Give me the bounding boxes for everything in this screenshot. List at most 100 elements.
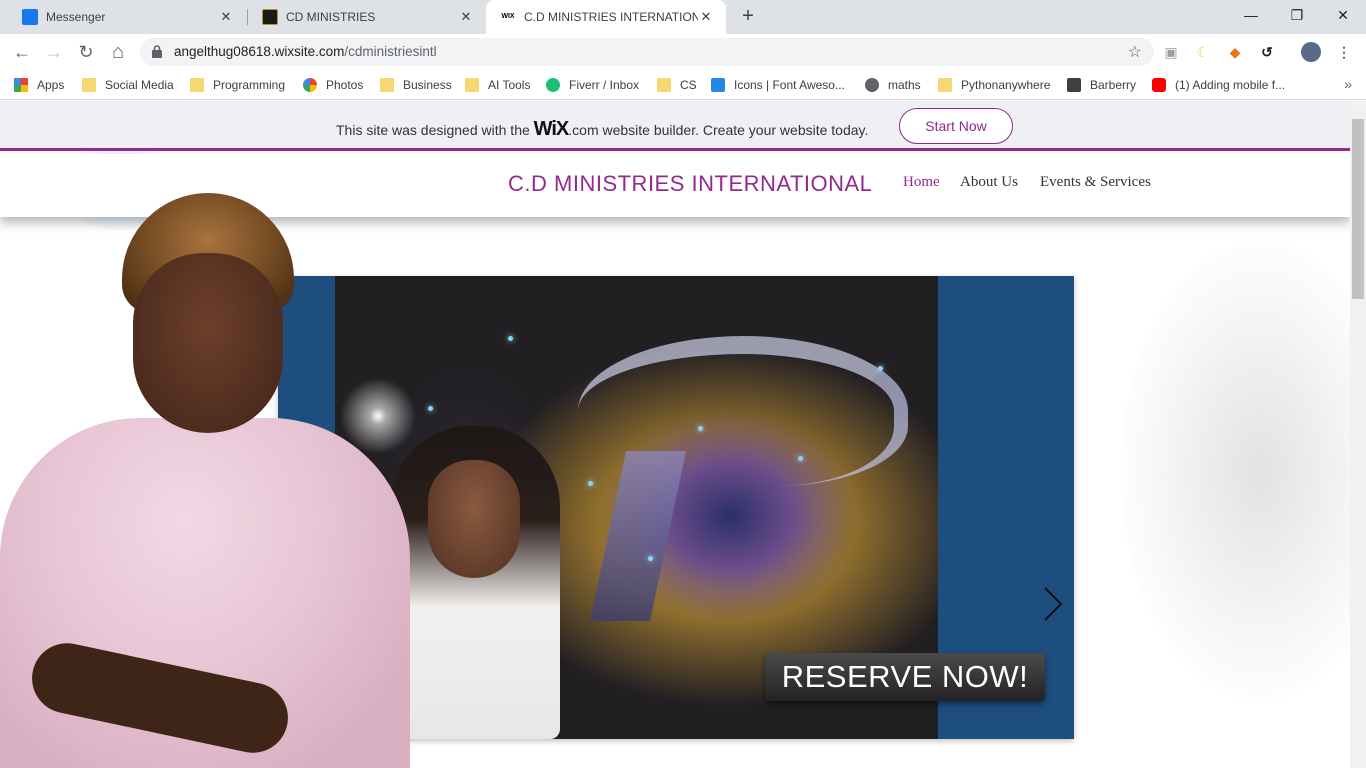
bookmark-youtube-adding-mobile[interactable]: (1) Adding mobile f... [1152,76,1285,94]
browser-toolbar: ← → ↻ ⌂ angelthug08618.wixsite.com/cdmin… [0,34,1366,70]
bookmark-programming[interactable]: Programming [190,76,285,94]
url-path: /cdministriesintl [344,44,437,59]
bookmark-photos[interactable]: Photos [303,76,363,94]
wix-banner-message: This site was designed with the WiX.com … [336,118,868,141]
scrollbar-thumb[interactable] [1352,119,1364,299]
folder-icon [465,78,479,92]
bookmark-label: Barberry [1090,78,1137,92]
site-favicon-icon [262,9,278,25]
sparkle [878,366,883,371]
bookmark-label: CS [680,78,697,92]
nav-events-services[interactable]: Events & Services [1040,174,1151,191]
bookmark-apps[interactable]: Apps [14,76,64,94]
sparkle [798,456,803,461]
bookmark-label: Pythonanywhere [961,78,1051,92]
wix-ad-banner: This site was designed with the WiX.com … [0,101,1350,151]
url-host: angelthug08618.wixsite.com [174,44,345,59]
facebook-icon [22,9,38,25]
bookmark-star-icon[interactable]: ☆ [1128,42,1142,62]
reload-button[interactable]: ↻ [74,40,98,64]
page-scrollbar[interactable] [1350,101,1366,768]
close-tab-icon[interactable]: ✕ [458,9,474,25]
woman-face [133,253,283,433]
sparkle [648,556,653,561]
globe-icon [865,78,879,92]
photos-icon [303,78,317,92]
bookmarks-overflow-button[interactable]: » [1344,76,1352,92]
folder-icon [380,78,394,92]
apps-grid-icon [14,78,28,92]
bookmark-barberry[interactable]: Barberry [1067,76,1136,94]
site-brand[interactable]: C.D MINISTRIES INTERNATIONAL [508,171,872,197]
bookmark-label: Social Media [105,78,174,92]
moon-icon[interactable]: ☾ [1193,42,1213,62]
camera-icon[interactable]: ▣ [1161,42,1181,62]
restore-button[interactable]: ❐ [1274,0,1320,30]
close-tab-icon[interactable]: ✕ [218,9,234,25]
bookmark-label: (1) Adding mobile f... [1175,78,1286,92]
reserve-now-button[interactable]: RESERVE NOW! [765,653,1045,701]
folder-icon [82,78,96,92]
folder-icon [657,78,671,92]
bookmark-icons-font-awesome[interactable]: Icons | Font Aweso... [711,76,845,94]
profile-avatar[interactable] [1301,42,1321,62]
bookmark-label: maths [888,78,921,92]
bookmark-label: Business [403,78,452,92]
background-glow [1120,241,1350,701]
bookmark-label: Photos [326,78,364,92]
bookmark-label: Icons | Font Aweso... [734,78,845,92]
bookmark-fiverr-inbox[interactable]: Fiverr / Inbox [546,76,639,94]
bookmarks-bar: Apps Social Media Programming Photos Bus… [0,70,1366,100]
tab-strip: Messenger ✕ CD MINISTRIES ✕ WIX C.D MINI… [0,0,1366,34]
wix-favicon-icon: WIX [500,9,516,25]
new-tab-button[interactable]: + [736,5,760,29]
folder-icon [190,78,204,92]
next-slide-arrow[interactable] [1042,586,1064,622]
lock-icon [152,45,162,58]
bookmark-label: AI Tools [488,78,531,92]
fiverr-icon [546,78,560,92]
close-tab-icon[interactable]: ✕ [698,9,714,25]
home-button[interactable]: ⌂ [106,40,130,64]
sync-extension-icon[interactable]: ↺ [1257,42,1277,62]
tab-title: CD MINISTRIES [286,10,376,24]
metamask-icon[interactable]: ◆ [1225,42,1245,62]
bookmark-business[interactable]: Business [380,76,452,94]
sparkle [588,481,593,486]
sparkle [508,336,513,341]
tab-cd-ministries[interactable]: CD MINISTRIES ✕ [248,0,486,34]
wix-banner-text: .com website builder. Create your websit… [568,122,869,138]
close-window-button[interactable]: ✕ [1320,0,1366,30]
address-bar[interactable]: angelthug08618.wixsite.com/cdministriesi… [140,38,1154,66]
forward-button[interactable]: → [42,40,66,64]
tab-title: Messenger [46,10,106,24]
tab-messenger[interactable]: Messenger ✕ [8,0,246,34]
nav-about-us[interactable]: About Us [960,174,1018,191]
tab-cd-ministries-international[interactable]: WIX C.D MINISTRIES INTERNATIONAL ✕ [486,0,726,34]
wix-logo: WiX [533,118,570,140]
woman-face [428,460,520,578]
menu-kebab-icon[interactable]: ⋮ [1334,42,1354,62]
url-text[interactable]: angelthug08618.wixsite.com/cdministriesi… [174,44,437,59]
start-now-button[interactable]: Start Now [899,108,1013,144]
bookmark-label: Fiverr / Inbox [569,78,640,92]
bookmark-label: Programming [213,78,286,92]
youtube-icon [1152,78,1166,92]
minimize-button[interactable]: — [1228,0,1274,30]
sparkle [428,406,433,411]
web-page: This site was designed with the WiX.com … [0,101,1350,768]
folder-icon [938,78,952,92]
bookmark-pythonanywhere[interactable]: Pythonanywhere [938,76,1050,94]
flag-icon [711,78,725,92]
bookmark-cs[interactable]: CS [657,76,697,94]
bookmark-ai-tools[interactable]: AI Tools [465,76,530,94]
back-button[interactable]: ← [10,40,34,64]
nav-home[interactable]: Home [903,174,940,191]
barberry-icon [1067,78,1081,92]
bookmark-maths[interactable]: maths [865,76,921,94]
woman-photo-portrait [390,426,560,739]
bookmark-social-media[interactable]: Social Media [82,76,174,94]
sparkle [698,426,703,431]
tab-title: C.D MINISTRIES INTERNATIONAL [524,10,698,24]
bookmark-label: Apps [37,78,65,92]
